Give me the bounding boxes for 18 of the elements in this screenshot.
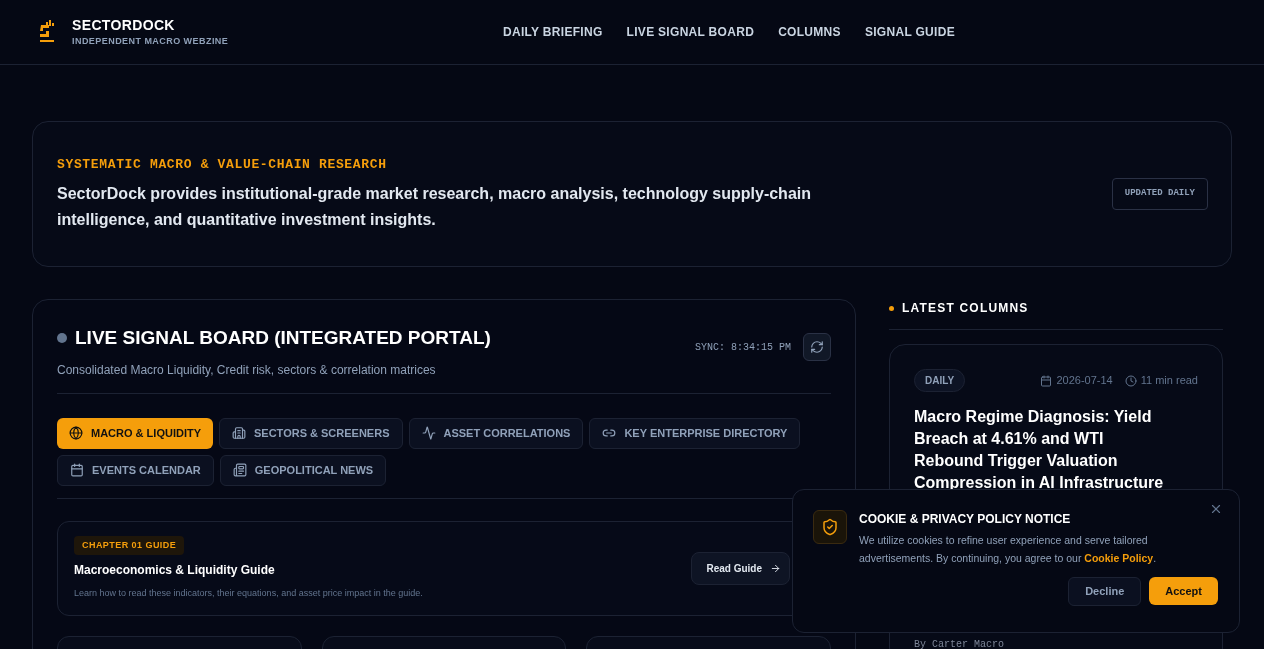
guide-title: Macroeconomics & Liquidity Guide <box>74 562 276 579</box>
column-date: 2026-07-14 <box>1056 373 1113 389</box>
guide-description: Learn how to read these indicators, their equations, and asset price impact in the guide. <box>74 587 423 600</box>
brand-tagline: INDEPENDENT MACRO WEBZINE <box>72 35 229 47</box>
board-subtitle: Consolidated Macro Liquidity, Credit risk, sectors & correlation matrices <box>57 361 437 379</box>
board-title: LIVE SIGNAL BOARD (INTEGRATED PORTAL) <box>75 326 491 350</box>
chapter-badge: CHAPTER 01 GUIDE <box>74 535 185 555</box>
column-title: Macro Regime Diagnosis: Yield Breach at 4.61% and WTI Rebound Trigger Valuation Compression in AI Infrastructure <box>914 407 1165 493</box>
updated-badge: UPDATED DAILY <box>1111 178 1208 210</box>
cookie-title: COOKIE & PRIVACY POLICY NOTICE <box>859 511 1072 528</box>
read-time: 11 min read <box>1140 373 1198 389</box>
column-tag: DAILY <box>914 369 966 392</box>
sidebar-heading: LATEST COLUMNS <box>902 300 1029 317</box>
sync-time: SYNC: 8:34:15 PM <box>695 340 791 355</box>
column-author: By Carter Macro <box>914 638 1005 649</box>
cookie-text: We utilize cookies to refine user experience and serve tailored advertisements. By continuing, you agree to our Cookie Policy. <box>859 533 1158 566</box>
hero-eyebrow: SYSTEMATIC MACRO & VALUE-CHAIN RESEARCH <box>57 156 388 175</box>
hero-text: SectorDock provides institutional-grade market research, macro analysis, technology supply-chain intelligence, and quantitative investment insights. <box>57 183 812 230</box>
